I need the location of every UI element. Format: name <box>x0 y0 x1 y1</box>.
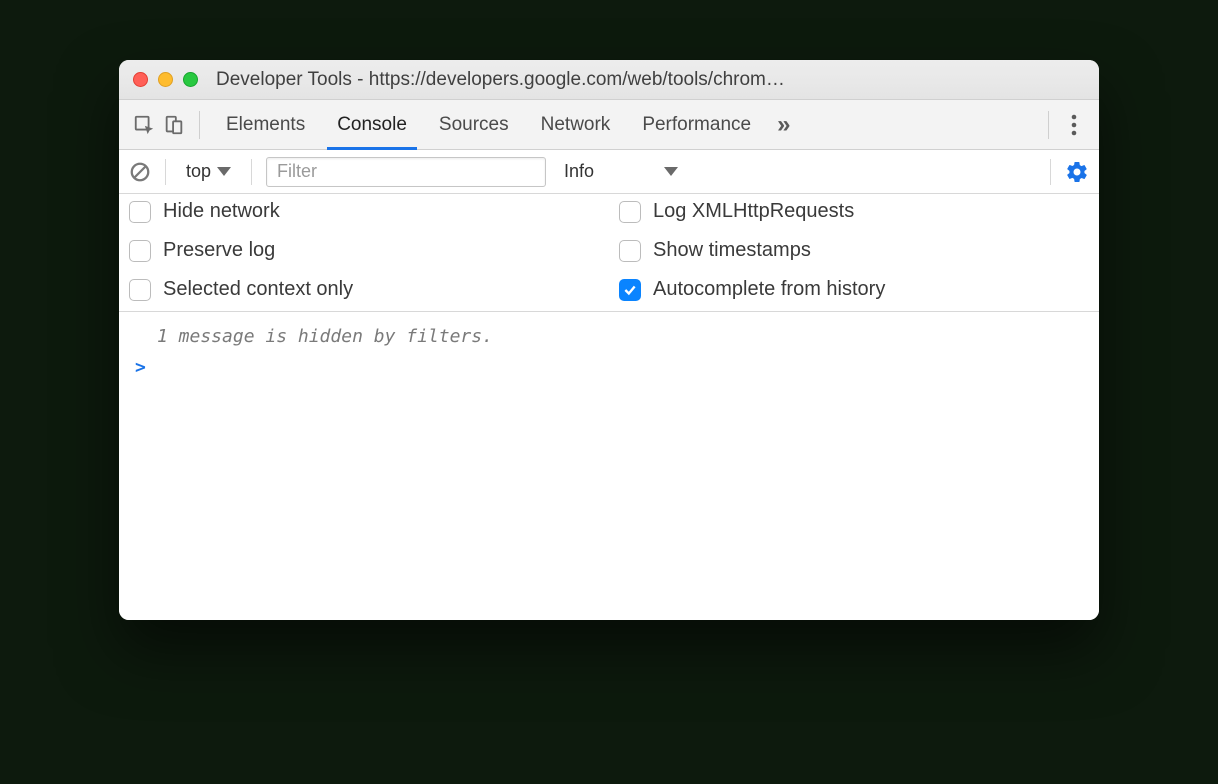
zoom-window-button[interactable] <box>183 72 198 87</box>
setting-log-xhr: Log XMLHttpRequests <box>619 200 1089 223</box>
main-tabbar: Elements Console Sources Network Perform… <box>119 100 1099 150</box>
device-toggle-icon[interactable] <box>159 110 189 140</box>
close-window-button[interactable] <box>133 72 148 87</box>
tab-elements[interactable]: Elements <box>210 100 321 149</box>
setting-label: Preserve log <box>163 239 275 262</box>
hidden-messages-notice: 1 message is hidden by filters. <box>131 320 1087 357</box>
checkbox-autocomplete-history[interactable] <box>619 279 641 301</box>
inspect-element-icon[interactable] <box>129 110 159 140</box>
more-tabs-icon[interactable]: » <box>767 111 800 139</box>
tabbar-divider <box>199 111 200 139</box>
checkbox-show-timestamps[interactable] <box>619 240 641 262</box>
filterbar-divider <box>165 159 166 185</box>
setting-preserve-log: Preserve log <box>129 239 599 262</box>
console-filterbar: top Info <box>119 150 1099 194</box>
checkbox-preserve-log[interactable] <box>129 240 151 262</box>
prompt-chevron-icon: > <box>135 357 146 378</box>
tab-network[interactable]: Network <box>525 100 627 149</box>
setting-autocomplete-history: Autocomplete from history <box>619 278 1089 301</box>
setting-label: Show timestamps <box>653 239 811 262</box>
filterbar-divider-3 <box>1050 159 1051 185</box>
setting-hide-network: Hide network <box>129 200 599 223</box>
setting-label: Hide network <box>163 200 280 223</box>
tab-sources[interactable]: Sources <box>423 100 525 149</box>
context-select[interactable]: top <box>180 159 237 184</box>
console-settings: Hide network Log XMLHttpRequests Preserv… <box>119 194 1099 312</box>
window-title: Developer Tools - https://developers.goo… <box>216 69 1085 91</box>
checkbox-log-xhr[interactable] <box>619 201 641 223</box>
setting-selected-context: Selected context only <box>129 278 599 301</box>
kebab-menu-icon[interactable] <box>1059 114 1089 136</box>
tab-console[interactable]: Console <box>321 100 423 149</box>
setting-label: Selected context only <box>163 278 353 301</box>
filterbar-divider-2 <box>251 159 252 185</box>
minimize-window-button[interactable] <box>158 72 173 87</box>
devtools-window: Developer Tools - https://developers.goo… <box>119 60 1099 620</box>
tab-performance[interactable]: Performance <box>626 100 767 149</box>
console-body: 1 message is hidden by filters. > <box>119 312 1099 620</box>
setting-show-timestamps: Show timestamps <box>619 239 1089 262</box>
tabbar-divider-2 <box>1048 111 1049 139</box>
setting-label: Autocomplete from history <box>653 278 885 301</box>
dropdown-icon <box>217 167 231 176</box>
log-level-label: Info <box>564 161 594 182</box>
checkbox-selected-context[interactable] <box>129 279 151 301</box>
checkbox-hide-network[interactable] <box>129 201 151 223</box>
log-level-select[interactable]: Info <box>556 159 686 184</box>
panel-tabs: Elements Console Sources Network Perform… <box>210 100 767 149</box>
console-prompt[interactable]: > <box>131 357 1087 378</box>
filter-input[interactable] <box>266 157 546 187</box>
context-select-label: top <box>186 161 211 182</box>
window-controls <box>133 72 198 87</box>
titlebar: Developer Tools - https://developers.goo… <box>119 60 1099 100</box>
dropdown-icon <box>664 167 678 176</box>
setting-label: Log XMLHttpRequests <box>653 200 854 223</box>
settings-gear-icon[interactable] <box>1065 160 1089 184</box>
clear-console-icon[interactable] <box>129 161 151 183</box>
